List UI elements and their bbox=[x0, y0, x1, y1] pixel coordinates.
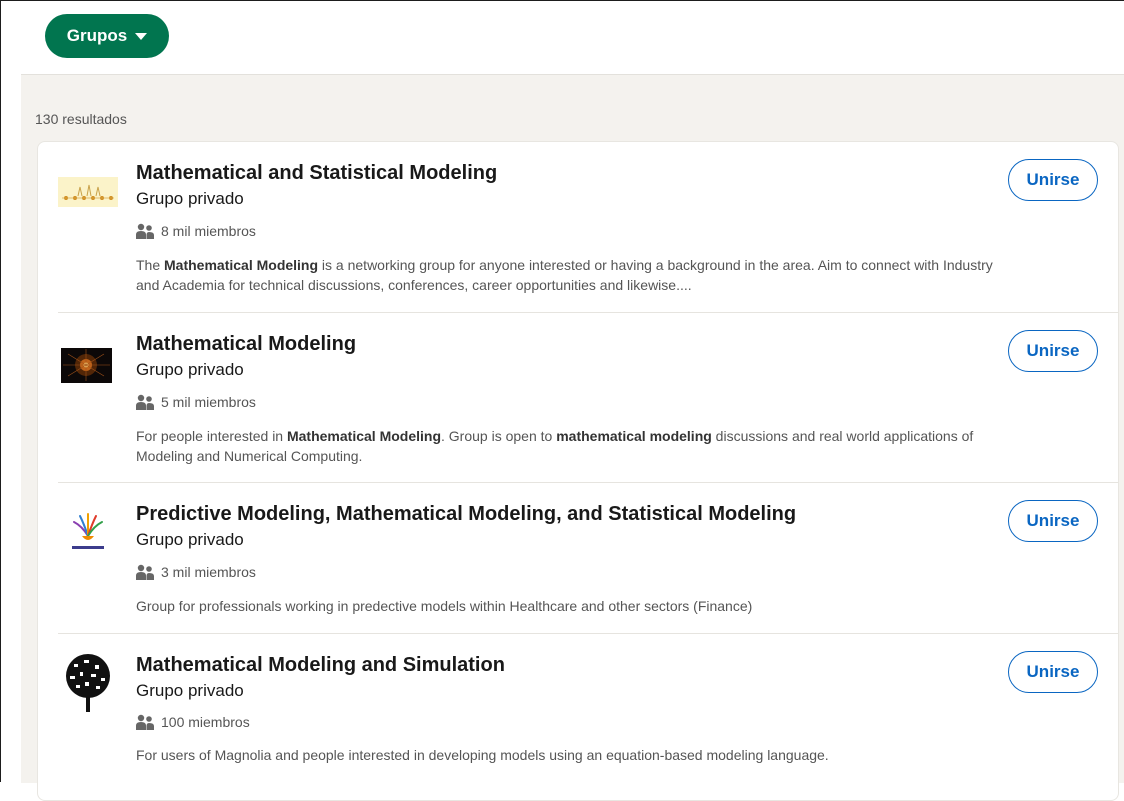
member-count: 3 mil miembros bbox=[136, 564, 256, 580]
group-logo[interactable] bbox=[58, 334, 118, 394]
group-logo[interactable] bbox=[58, 504, 118, 564]
list-item: Mathematical Modeling and Simulation Gru… bbox=[38, 634, 1118, 800]
member-count: 8 mil miembros bbox=[136, 223, 256, 239]
group-title[interactable]: Mathematical Modeling and Simulation bbox=[136, 654, 505, 677]
group-privacy: Grupo privado bbox=[136, 360, 244, 379]
member-count-label: 5 mil miembros bbox=[161, 394, 256, 410]
join-button[interactable]: Unirse bbox=[1008, 651, 1098, 693]
description-text: . Group is open to bbox=[441, 428, 557, 444]
group-privacy: Grupo privado bbox=[136, 681, 244, 700]
group-privacy: Grupo privado bbox=[136, 530, 244, 549]
group-description: Group for professionals working in prede… bbox=[136, 596, 1016, 616]
join-button[interactable]: Unirse bbox=[1008, 159, 1098, 201]
description-text: For users of Magnolia and people interes… bbox=[136, 747, 829, 763]
member-count-label: 8 mil miembros bbox=[161, 223, 256, 239]
join-button[interactable]: Unirse bbox=[1008, 330, 1098, 372]
list-item: Mathematical Modeling Grupo privado 5 mi… bbox=[38, 313, 1118, 483]
people-icon bbox=[136, 394, 154, 410]
app-window: Grupos 130 resultados Mathematical and S… bbox=[0, 0, 1124, 801]
group-description: The Mathematical Modeling is a networkin… bbox=[136, 255, 1016, 295]
groups-filter-button[interactable]: Grupos bbox=[45, 14, 169, 58]
member-count-label: 3 mil miembros bbox=[161, 564, 256, 580]
people-icon bbox=[136, 714, 154, 730]
people-icon bbox=[136, 223, 154, 239]
results-count: 130 resultados bbox=[35, 111, 127, 127]
group-description: For users of Magnolia and people interes… bbox=[136, 745, 1016, 765]
group-title[interactable]: Mathematical and Statistical Modeling bbox=[136, 162, 497, 185]
description-text: For people interested in bbox=[136, 428, 287, 444]
group-logo[interactable] bbox=[58, 652, 118, 712]
highlight-keyword: Mathematical Modeling bbox=[286, 428, 442, 444]
group-logo[interactable] bbox=[58, 163, 118, 223]
group-description: For people interested in Mathematical Mo… bbox=[136, 426, 1016, 466]
description-text: Group for professionals working in prede… bbox=[136, 598, 753, 614]
caret-down-icon bbox=[135, 33, 148, 40]
filter-bar: Grupos bbox=[21, 6, 1124, 75]
member-count-label: 100 miembros bbox=[161, 714, 250, 730]
people-icon bbox=[136, 564, 154, 580]
search-results: 130 resultados Mathematical and Statisti… bbox=[21, 75, 1124, 801]
group-privacy: Grupo privado bbox=[136, 189, 244, 208]
list-item: Predictive Modeling, Mathematical Modeli… bbox=[38, 483, 1118, 634]
groups-filter-label: Grupos bbox=[66, 26, 128, 45]
results-card: Mathematical and Statistical Modeling Gr… bbox=[37, 141, 1119, 801]
list-item: Mathematical and Statistical Modeling Gr… bbox=[38, 142, 1118, 313]
group-title[interactable]: Mathematical Modeling bbox=[136, 333, 356, 356]
join-button[interactable]: Unirse bbox=[1008, 500, 1098, 542]
member-count: 100 miembros bbox=[136, 714, 250, 730]
highlight-keyword: Mathematical Modeling bbox=[164, 257, 319, 273]
highlight-keyword: mathematical modeling bbox=[556, 428, 712, 444]
member-count: 5 mil miembros bbox=[136, 394, 256, 410]
description-text: The bbox=[136, 257, 165, 273]
group-title[interactable]: Predictive Modeling, Mathematical Modeli… bbox=[136, 503, 796, 526]
